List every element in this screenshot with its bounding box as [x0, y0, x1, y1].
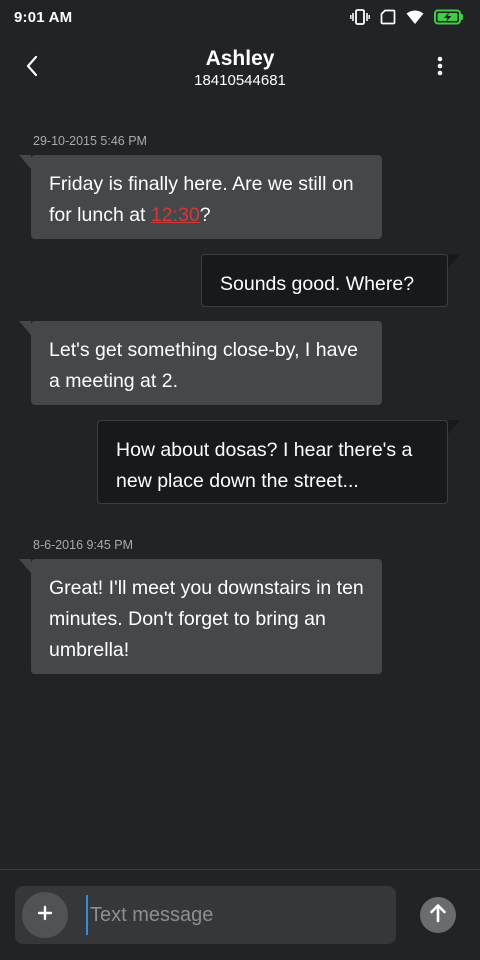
message-input[interactable] — [86, 895, 386, 935]
message-timestamp: 29-10-2015 5:46 PM — [33, 134, 147, 148]
overflow-menu-button[interactable] — [422, 50, 458, 86]
status-time: 9:01 AM — [14, 8, 73, 26]
status-bar: 9:01 AM — [0, 0, 480, 34]
status-icons — [350, 9, 464, 25]
outgoing-message-bubble[interactable]: How about dosas? I hear there's a new pl… — [97, 420, 460, 504]
send-button[interactable] — [420, 897, 456, 933]
conversation-screen: 9:01 AM Ashley 18410544681 29-10-2015 5:… — [0, 0, 480, 960]
contact-name: Ashley — [205, 47, 275, 70]
contact-title-block: Ashley 18410544681 — [0, 46, 480, 90]
no-sim-icon — [380, 9, 396, 25]
conversation-header: Ashley 18410544681 — [0, 34, 480, 100]
wifi-icon — [406, 10, 424, 25]
incoming-message-bubble[interactable]: Let's get something close-by, I have a m… — [19, 321, 382, 405]
incoming-message-bubble[interactable]: Great! I'll meet you downstairs in ten m… — [19, 559, 382, 674]
message-text: How about dosas? I hear there's a new pl… — [116, 439, 413, 492]
more-vertical-icon — [437, 56, 443, 81]
time-link[interactable]: 12:30 — [151, 204, 200, 226]
message-composer — [15, 886, 396, 944]
arrow-up-icon — [429, 903, 447, 928]
message-text: Great! I'll meet you downstairs in ten m… — [49, 577, 364, 661]
contact-number: 18410544681 — [194, 72, 286, 89]
outgoing-message-bubble[interactable]: Sounds good. Where? — [201, 254, 460, 307]
plus-icon — [37, 905, 53, 926]
battery-charging-icon — [434, 9, 464, 25]
message-text: Let's get something close-by, I have a m… — [49, 339, 359, 392]
add-attachment-button[interactable] — [22, 892, 68, 938]
message-timestamp: 8-6-2016 9:45 PM — [33, 538, 134, 552]
message-text: Sounds good. Where? — [220, 273, 415, 295]
vibrate-icon — [350, 9, 370, 25]
incoming-message-bubble[interactable]: Friday is finally here. Are we still on … — [19, 155, 382, 239]
message-text: Friday is finally here. Are we still on … — [49, 173, 354, 226]
composer-divider — [0, 869, 480, 870]
